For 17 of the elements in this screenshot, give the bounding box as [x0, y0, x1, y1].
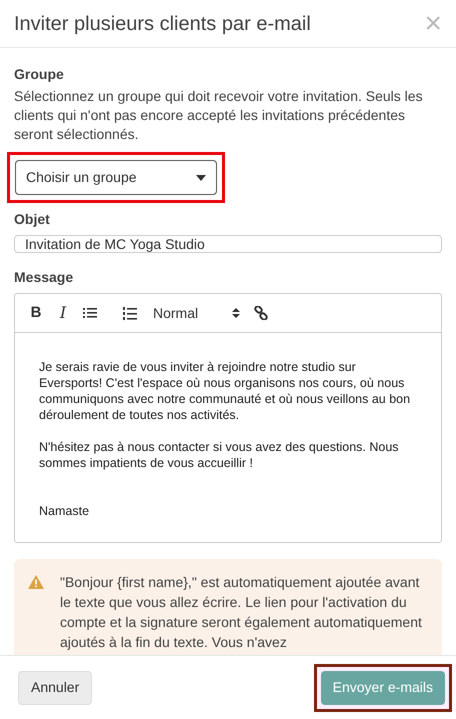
message-paragraph: N'hésitez pas à nous contacter si vous avez des questions. Nous sommes impatients de vous accueillir ! [39, 439, 400, 471]
field-label: Groupe [14, 65, 65, 84]
message-paragraph: Namaste [39, 503, 90, 519]
message-paragraph: Je serais ravie de vous inviter à rejoindre notre studio sur Eversports! C'est l'espace où nous organisons nos cours, où nous communiquons avec notre communauté et où nous veillons au bon déroulement de toutes nos activités. [39, 359, 412, 423]
dropdown-value: Choisir un groupe [26, 168, 137, 187]
dialog-title: Inviter plusieurs clients par e-mail [14, 12, 311, 36]
subject-field[interactable]: Invitation de MC Yoga Studio [14, 235, 442, 253]
field-label: Message [14, 268, 74, 287]
format-dropdown[interactable]: Normal [153, 302, 240, 324]
group-dropdown[interactable]: Choisir un groupe [15, 160, 217, 195]
bold-button[interactable]: B [29, 302, 43, 324]
format-value: Normal [153, 304, 198, 322]
notice-text: "Bonjour {first name}," est automatiquement ajoutée avant le texte que vous allez écrire. Le lien pour l'activation du compte et la signature seront également automatiquement ajoutés à la fin du texte. Vous n'avez [60, 573, 423, 652]
field-label: Objet [14, 210, 51, 229]
help-text: Sélectionnez un groupe qui doit recevoir votre invitation. Seuls les clients qui n'ont pas encore accepté les invitations précédentes seront sélectionnés. [14, 87, 424, 144]
italic-button[interactable]: I [57, 301, 69, 325]
cancel-button[interactable]: Annuler [18, 670, 92, 704]
